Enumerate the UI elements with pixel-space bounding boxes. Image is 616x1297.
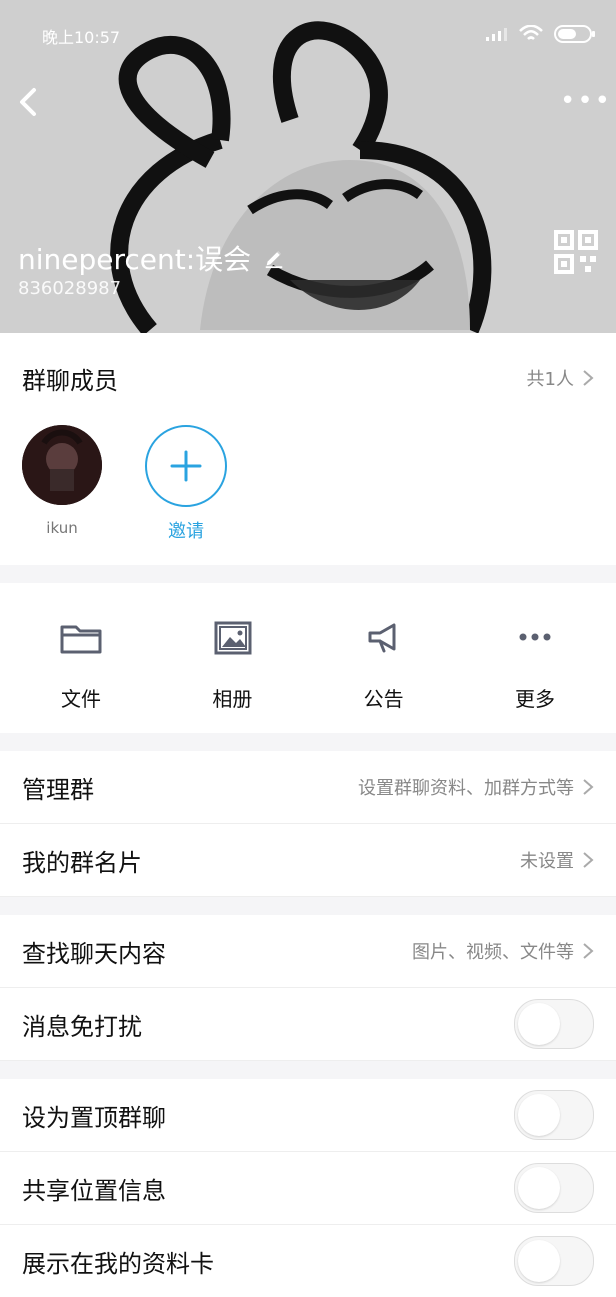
- tools-section: 文件 相册 公告 更多: [0, 583, 616, 733]
- manage-group-title: 管理群: [22, 775, 94, 804]
- member-avatar-image: [22, 425, 102, 505]
- toggle-knob: [518, 1003, 560, 1045]
- members-title: 群聊成员: [22, 366, 118, 395]
- tool-files[interactable]: 文件: [36, 617, 126, 712]
- invite-label: 邀请: [168, 521, 204, 542]
- chevron-right-icon: [583, 370, 594, 386]
- invite-button[interactable]: [145, 425, 227, 507]
- manage-group-value: 设置群聊资料、加群方式等: [358, 774, 594, 800]
- show-on-profile-title: 展示在我的资料卡: [22, 1249, 214, 1278]
- member-avatar[interactable]: [22, 425, 102, 505]
- manage-group-row[interactable]: 管理群 设置群聊资料、加群方式等: [0, 751, 616, 824]
- toggle-knob: [518, 1167, 560, 1209]
- members-count-text: 共1人: [526, 369, 574, 390]
- my-group-card-value: 未设置: [520, 847, 594, 873]
- search-chat-desc: 图片、视频、文件等: [412, 942, 574, 963]
- do-not-disturb-toggle[interactable]: [514, 999, 594, 1049]
- section-gap: [0, 733, 616, 751]
- megaphone-icon: [368, 623, 396, 653]
- section-gap: [0, 897, 616, 915]
- show-on-profile-toggle[interactable]: [514, 1236, 594, 1286]
- search-chat-title: 查找聊天内容: [22, 939, 166, 968]
- tool-label: 相册: [212, 687, 253, 711]
- tool-more[interactable]: 更多: [490, 617, 580, 712]
- members-header[interactable]: 群聊成员 共1人: [0, 333, 616, 423]
- more-options-label: •••: [560, 86, 613, 116]
- section-gap: [0, 1061, 616, 1079]
- share-location-toggle[interactable]: [514, 1163, 594, 1213]
- group-settings-section: 管理群 设置群聊资料、加群方式等 我的群名片 未设置: [0, 751, 616, 897]
- more-dots-icon: [519, 633, 551, 641]
- tool-album[interactable]: 相册: [187, 617, 277, 712]
- share-location-title: 共享位置信息: [22, 1176, 166, 1205]
- my-group-card-desc: 未设置: [520, 851, 574, 872]
- battery-icon: [554, 25, 595, 43]
- pin-group-toggle[interactable]: [514, 1090, 594, 1140]
- toggle-knob: [518, 1094, 560, 1136]
- wifi-icon: [519, 25, 543, 40]
- members-section: 群聊成员 共1人 ikun 邀请: [0, 333, 616, 565]
- tool-label: 更多: [514, 687, 555, 711]
- search-chat-row[interactable]: 查找聊天内容 图片、视频、文件等: [0, 915, 616, 988]
- status-bar: 晚上10:57: [0, 18, 616, 54]
- invite-item[interactable]: 邀请: [145, 425, 227, 543]
- chevron-right-icon: [583, 779, 594, 795]
- back-chevron-icon[interactable]: [10, 82, 50, 122]
- share-location-row[interactable]: 共享位置信息: [0, 1152, 616, 1225]
- my-group-card-title: 我的群名片: [22, 848, 142, 877]
- my-group-card-row[interactable]: 我的群名片 未设置: [0, 824, 616, 897]
- group-id: 836028987: [18, 278, 122, 299]
- do-not-disturb-title: 消息免打扰: [22, 1012, 142, 1041]
- tool-label: 文件: [61, 687, 101, 711]
- manage-group-desc: 设置群聊资料、加群方式等: [358, 778, 574, 799]
- signal-icon: [486, 28, 507, 41]
- more-options-button[interactable]: •••: [560, 86, 613, 116]
- plus-icon: [170, 450, 202, 482]
- section-gap: [0, 565, 616, 583]
- photo-album-icon: [214, 621, 252, 655]
- tool-label: 公告: [363, 687, 404, 711]
- group-header: 晚上10:57 ••• ninepercent:误会 836028987: [0, 0, 616, 333]
- member-name: ikun: [46, 519, 78, 537]
- do-not-disturb-row[interactable]: 消息免打扰: [0, 988, 616, 1061]
- chevron-right-icon: [583, 943, 594, 959]
- status-icons: [486, 24, 596, 44]
- qr-code-icon[interactable]: [554, 230, 598, 274]
- status-time: 晚上10:57: [42, 28, 121, 47]
- pin-group-row[interactable]: 设为置顶群聊: [0, 1079, 616, 1152]
- show-on-profile-row[interactable]: 展示在我的资料卡: [0, 1225, 616, 1297]
- chevron-right-icon: [583, 852, 594, 868]
- group-title: ninepercent:误会: [18, 238, 285, 278]
- member-item[interactable]: ikun: [22, 425, 102, 543]
- search-chat-value: 图片、视频、文件等: [412, 938, 594, 964]
- tool-announcement[interactable]: 公告: [339, 617, 429, 712]
- toggle-knob: [518, 1240, 560, 1282]
- chat-settings-section: 查找聊天内容 图片、视频、文件等 消息免打扰: [0, 915, 616, 1061]
- members-count: 共1人: [527, 365, 594, 391]
- members-list: ikun 邀请: [22, 425, 227, 543]
- edit-pencil-icon[interactable]: [263, 247, 285, 269]
- folder-icon: [60, 625, 102, 654]
- group-options-section: 设为置顶群聊 共享位置信息 展示在我的资料卡: [0, 1079, 616, 1297]
- group-name: ninepercent:误会: [18, 243, 252, 276]
- pin-group-title: 设为置顶群聊: [22, 1103, 166, 1132]
